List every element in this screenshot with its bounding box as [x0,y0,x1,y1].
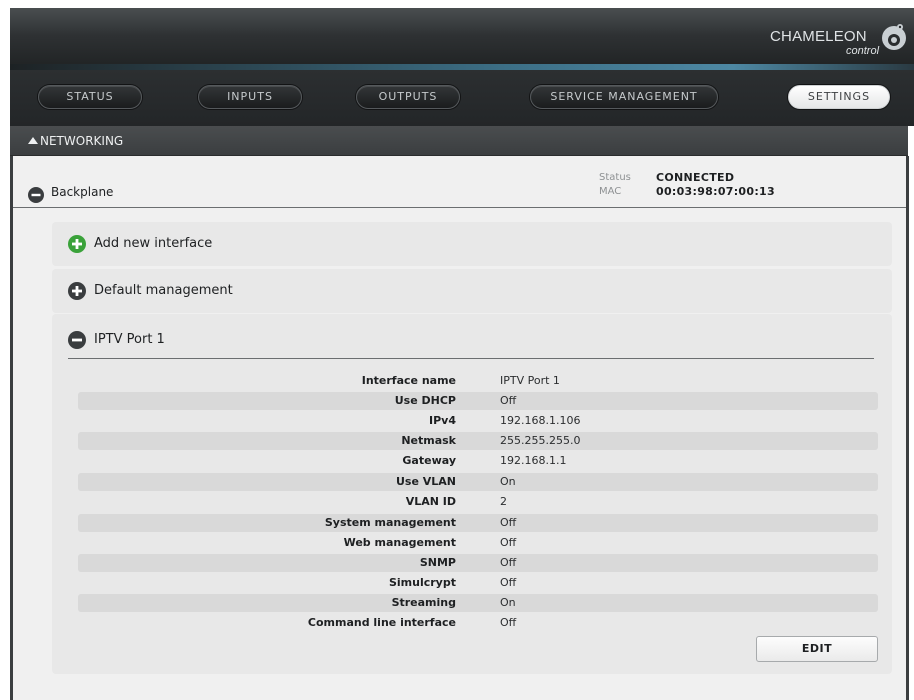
tab-status[interactable]: STATUS [38,85,142,109]
port-divider [68,358,874,359]
row-ipv4: IPv4 192.168.1.106 [78,412,878,430]
row-value: On [500,475,516,488]
row-value: 192.168.1.1 [500,454,567,467]
row-value: On [500,596,516,609]
row-key: Gateway [402,454,456,467]
row-key: VLAN ID [405,495,456,508]
tab-settings[interactable]: SETTINGS [788,85,890,109]
app-window: CHAMELEON control STATUS INPUTS OUTPUTS … [0,0,914,700]
edit-button[interactable]: EDIT [756,636,878,662]
tab-outputs[interactable]: OUTPUTS [356,85,460,109]
collapse-triangle-icon [28,137,38,144]
row-value: 255.255.255.0 [500,434,581,447]
row-gateway: Gateway 192.168.1.1 [78,452,878,470]
status-value: CONNECTED [656,171,735,184]
row-simulcrypt: Simulcrypt Off [78,574,878,592]
add-interface-label: Add new interface [94,236,213,251]
add-interface-row[interactable]: Add new interface [52,222,892,266]
row-value: Off [500,616,517,629]
row-key: IPv4 [429,414,456,427]
row-key: Use DHCP [394,394,456,407]
default-management-label: Default management [94,283,233,298]
brand-logo-sub: control [846,45,880,57]
row-value: Off [500,576,517,589]
add-icon [68,235,86,253]
right-rail [906,156,909,700]
status-label: Status [599,172,631,183]
row-command-line-interface: Command line interface Off [78,614,878,632]
row-value: Off [500,516,517,529]
row-value: Off [500,536,517,549]
collapse-circle-icon[interactable] [28,187,44,203]
backplane-title: Backplane [51,185,114,199]
row-use-vlan: Use VLAN On [78,473,878,491]
row-value: IPTV Port 1 [500,374,560,387]
main-nav: STATUS INPUTS OUTPUTS SERVICE MANAGEMENT… [10,70,914,126]
row-value: 192.168.1.106 [500,414,581,427]
row-vlan-id: VLAN ID 2 [78,493,878,511]
row-netmask: Netmask 255.255.255.0 [78,432,878,450]
brand-logo: CHAMELEON [770,28,867,45]
networking-section-header[interactable]: NETWORKING [10,126,908,156]
row-system-management: System management Off [78,514,878,532]
row-web-management: Web management Off [78,534,878,552]
row-key: Netmask [401,434,456,447]
collapse-icon[interactable] [68,331,86,349]
row-key: SNMP [419,556,456,569]
expand-icon [68,282,86,300]
row-streaming: Streaming On [78,594,878,612]
default-management-row[interactable]: Default management [52,269,892,313]
row-snmp: SNMP Off [78,554,878,572]
row-interface-name: Interface name IPTV Port 1 [78,372,878,390]
row-key: Interface name [361,374,456,387]
row-key: Web management [343,536,456,549]
tab-service-management[interactable]: SERVICE MANAGEMENT [530,85,718,109]
mac-value: 00:03:98:07:00:13 [656,185,775,198]
row-key: Simulcrypt [388,576,456,589]
row-key: Command line interface [307,616,456,629]
row-key: Use VLAN [395,475,456,488]
backplane-header[interactable]: Backplane Status CONNECTED MAC 00:03:98:… [13,164,906,208]
section-title: NETWORKING [40,134,124,148]
mac-label: MAC [599,186,622,197]
row-use-dhcp: Use DHCP Off [78,392,878,410]
row-value: 2 [500,495,507,508]
row-value: Off [500,394,517,407]
port-title: IPTV Port 1 [94,332,165,347]
chameleon-logo-icon [882,24,906,50]
row-key: System management [324,516,456,529]
tab-inputs[interactable]: INPUTS [198,85,302,109]
row-value: Off [500,556,517,569]
row-key: Streaming [391,596,456,609]
